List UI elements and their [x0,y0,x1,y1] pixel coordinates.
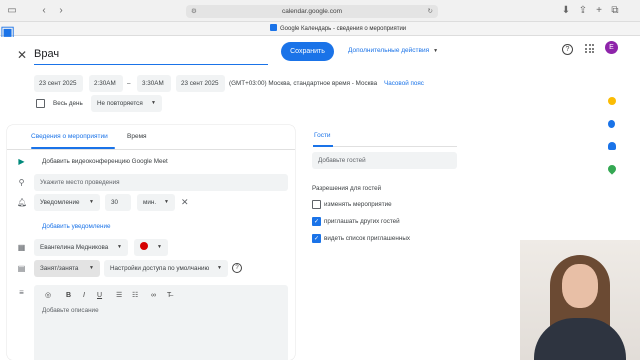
help-icon[interactable]: ? [562,44,573,55]
chevron-down-icon: ▼ [117,244,122,250]
forward-icon[interactable]: › [55,5,67,17]
perm-modify-checkbox[interactable] [312,200,321,209]
keep-icon[interactable] [608,97,616,105]
notification-unit-label: мин. [143,199,157,206]
calendar-favicon-icon [270,24,277,31]
more-actions-button[interactable]: Дополнительные действия ▼ [348,47,438,54]
underline-icon[interactable]: U [97,291,102,300]
tasks-icon[interactable] [608,120,615,128]
time-separator: – [127,80,131,87]
reload-icon[interactable]: ↻ [428,5,433,18]
chevron-down-icon: ▼ [89,265,94,271]
chevron-down-icon: ▼ [433,48,439,54]
repeat-label: Не повторяется [97,100,143,107]
perm-see-list-label: видеть список приглашенных [324,235,410,242]
repeat-dropdown[interactable]: Не повторяется ▼ [91,95,162,112]
link-icon[interactable]: ∞ [151,291,156,300]
all-day-checkbox[interactable] [36,99,45,108]
remove-notification-icon[interactable]: ✕ [181,194,189,211]
description-editor[interactable] [34,285,288,360]
perm-invite-checkbox[interactable]: ✓ [312,217,321,226]
new-tab-icon[interactable]: + [593,5,605,17]
share-icon[interactable]: ⇪ [577,5,589,17]
sidebar-toggle-icon[interactable]: ▭ [6,5,18,17]
guests-divider [313,146,457,147]
tab-event-details[interactable]: Сведения о мероприятии [31,133,108,140]
busy-status-dropdown[interactable]: Занят/занята ▼ [34,260,100,277]
color-swatch [140,242,148,250]
guest-permissions-title: Разрешения для гостей [312,185,382,192]
back-icon[interactable]: ‹ [38,5,50,17]
notification-value-input[interactable]: 30 [105,194,131,211]
calendar-icon: ▦ [17,243,26,252]
bell-icon: 🔔︎ [17,198,28,207]
bold-icon[interactable]: B [66,291,71,300]
downloads-icon[interactable]: ⬇ [560,5,572,17]
address-bar[interactable]: ⚙ calendar.google.com ↻ [186,5,438,18]
calendar-owner-label: Евангелина Медникова [40,244,109,251]
chevron-down-icon: ▼ [217,265,222,271]
end-date-field[interactable]: 23 сент 2025 [176,75,225,92]
tabs-divider [7,149,295,150]
help-icon[interactable]: ? [232,263,242,273]
tab-time[interactable]: Время [127,133,147,140]
notification-value: 30 [111,199,119,206]
google-meet-icon: ▶ [18,157,25,166]
timezone-link[interactable]: Часовой пояс [384,75,424,92]
webcam-person-face [562,264,598,308]
url-text: calendar.google.com [282,8,342,15]
chevron-down-icon: ▼ [151,100,156,106]
event-color-dropdown[interactable]: ▼ [134,239,168,256]
browser-toolbar: ▭ ‹ › ⚙ calendar.google.com ↻ ⬇ ⇪ + ⧉ [0,0,640,22]
location-input[interactable]: Укажите место проведения [34,174,288,191]
tab-guests[interactable]: Гости [314,132,331,139]
visibility-dropdown[interactable]: Настройки доступа по умолчанию ▼ [104,260,228,277]
bulleted-list-icon[interactable]: ☷ [132,291,138,300]
chevron-down-icon: ▼ [164,199,169,205]
more-actions-label: Дополнительные действия [348,47,430,54]
all-day-label: Весь день [53,100,83,107]
chevron-down-icon: ▼ [89,199,94,205]
start-time-field[interactable]: 2:30AM [89,75,123,92]
visibility-label: Настройки доступа по умолчанию [110,265,210,272]
description-placeholder: Добавьте описание [42,307,99,314]
tab-title-text: Google Календарь - сведения о мероприяти… [280,26,407,32]
description-icon: ≡ [19,288,24,297]
briefcase-icon: ▤ [17,264,26,273]
event-title-input[interactable]: Врач [34,43,268,65]
page-settings-icon[interactable]: ⚙ [191,5,197,18]
busy-status-label: Занят/занята [40,265,79,272]
notification-unit-dropdown[interactable]: мин. ▼ [137,194,175,211]
close-icon[interactable]: ✕ [17,48,27,62]
notification-type-label: Уведомление [40,199,80,206]
perm-invite-label: приглашать других гостей [324,218,400,225]
numbered-list-icon[interactable]: ☰ [116,291,122,300]
add-meet-button[interactable]: Добавить видеоконференцию Google Meet [42,153,168,170]
add-notification-link[interactable]: Добавить уведомление [42,218,111,235]
perm-modify-label: изменять мероприятие [324,201,392,208]
location-icon: ⚲ [18,178,25,187]
perm-see-list-checkbox[interactable]: ✓ [312,234,321,243]
italic-icon[interactable]: I [83,291,85,300]
calendar-owner-dropdown[interactable]: Евангелина Медникова ▼ [34,239,128,256]
maps-icon[interactable] [606,163,618,175]
save-button[interactable]: Сохранить [281,42,334,61]
add-guests-input[interactable]: Добавьте гостей [312,152,457,169]
timezone-text: (GMT+03:00) Москва, стандартное время - … [229,80,378,87]
contacts-icon[interactable] [608,142,616,150]
start-date-field[interactable]: 23 сент 2025 [34,75,83,92]
ai-assist-icon[interactable]: ◎ [45,291,51,300]
browser-tab[interactable]: Google Календарь - сведения о мероприяти… [270,24,406,34]
webcam-video [520,240,640,360]
chevron-down-icon: ▼ [157,244,162,250]
active-tab-indicator [313,145,333,147]
notification-type-dropdown[interactable]: Уведомление ▼ [34,194,100,211]
clear-formatting-icon[interactable]: T̶ [167,291,171,300]
avatar[interactable]: E [605,41,618,54]
end-time-field[interactable]: 3:30AM [137,75,171,92]
tab-overview-icon[interactable]: ⧉ [609,5,621,17]
apps-grid-icon[interactable] [585,44,594,53]
